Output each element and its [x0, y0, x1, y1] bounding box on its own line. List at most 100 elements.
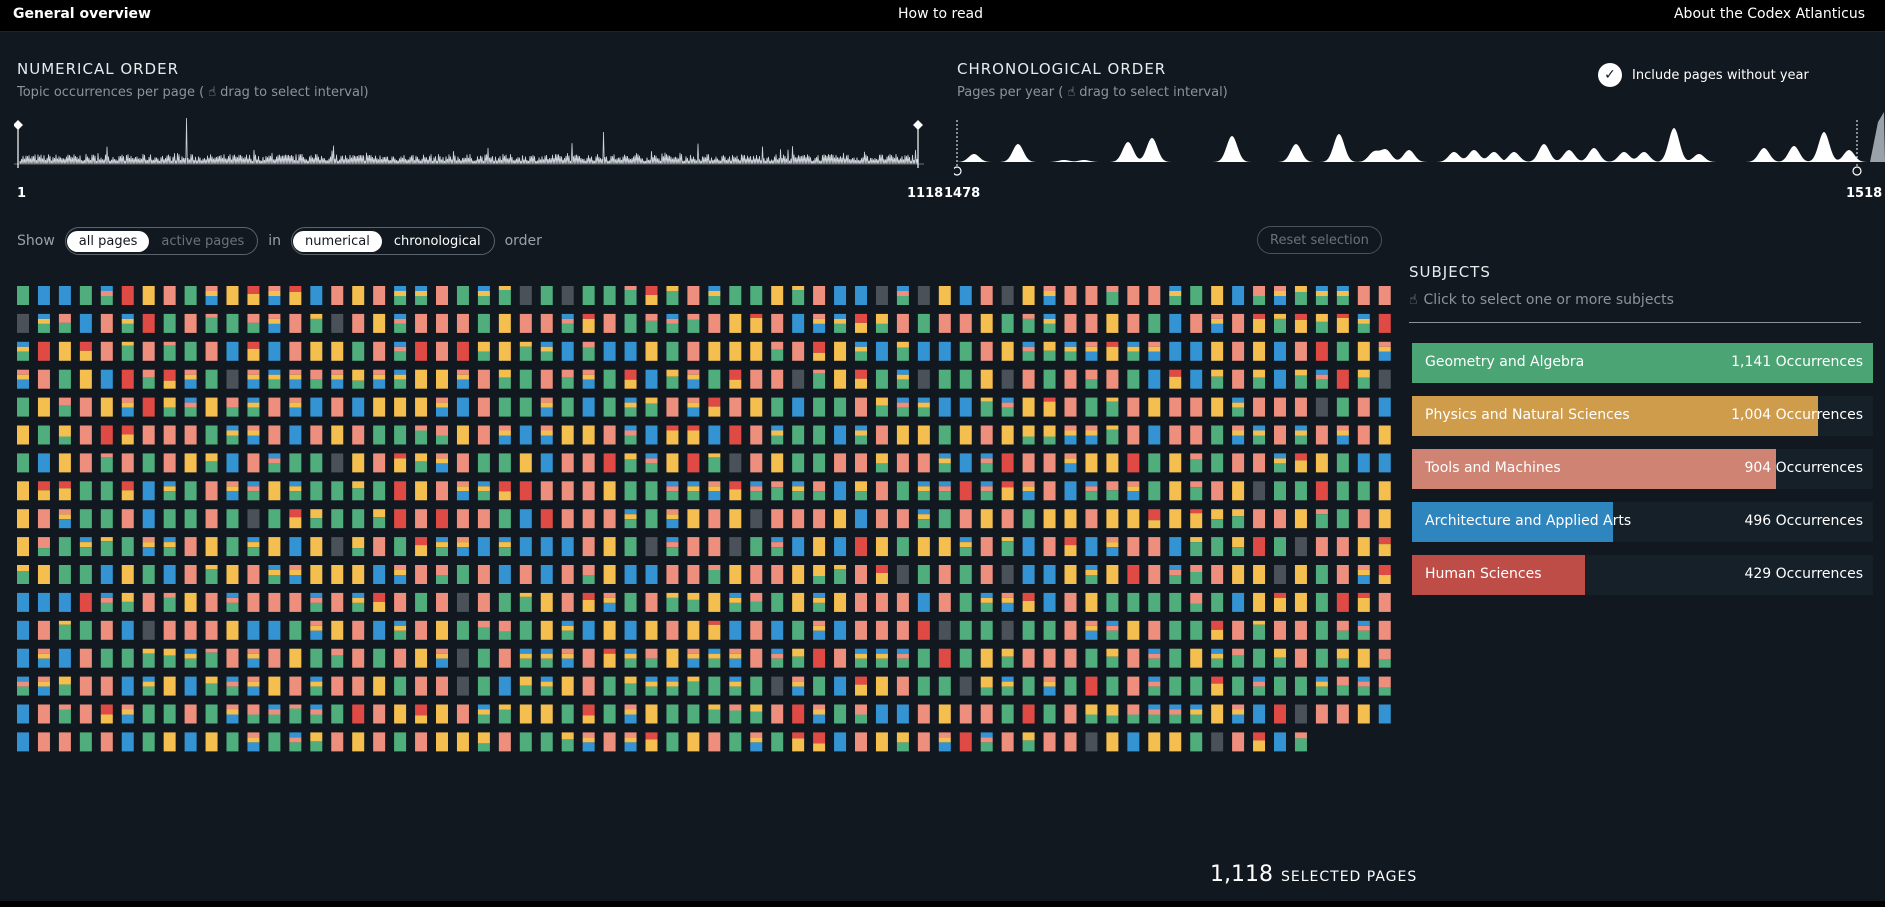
page-cell[interactable] — [708, 620, 721, 640]
page-cell[interactable] — [1148, 369, 1161, 389]
page-cell[interactable] — [142, 341, 155, 361]
page-cell[interactable] — [561, 565, 574, 584]
page-cell[interactable] — [121, 481, 134, 501]
page-cell[interactable] — [1064, 732, 1077, 752]
page-cell[interactable] — [1148, 592, 1161, 612]
page-cell[interactable] — [331, 732, 344, 752]
page-cell[interactable] — [582, 341, 595, 361]
page-cell[interactable] — [540, 565, 553, 584]
page-cell[interactable] — [1169, 592, 1182, 612]
page-cell[interactable] — [1043, 397, 1056, 417]
page-cell[interactable] — [1022, 537, 1035, 557]
page-cell[interactable] — [624, 369, 637, 389]
page-cell[interactable] — [813, 453, 826, 473]
page-cell[interactable] — [226, 592, 239, 612]
page-cell[interactable] — [938, 425, 951, 445]
page-cell[interactable] — [1378, 313, 1391, 333]
page-cell[interactable] — [875, 481, 888, 501]
page-cell[interactable] — [373, 425, 386, 445]
page-cell[interactable] — [373, 592, 386, 612]
page-cell[interactable] — [1357, 592, 1370, 612]
page-cell[interactable] — [896, 537, 909, 557]
page-cell[interactable] — [415, 509, 428, 529]
page-cell[interactable] — [980, 481, 993, 501]
page-cell[interactable] — [1315, 648, 1328, 668]
page-cell[interactable] — [268, 481, 281, 501]
page-cell[interactable] — [603, 453, 616, 473]
page-cell[interactable] — [938, 481, 951, 501]
page-cell[interactable] — [582, 537, 595, 557]
page-cell[interactable] — [834, 537, 847, 557]
page-cell[interactable] — [58, 732, 71, 752]
page-cell[interactable] — [184, 592, 197, 612]
page-cell[interactable] — [1274, 537, 1286, 557]
page-cell[interactable] — [603, 565, 616, 584]
page-cell[interactable] — [17, 453, 29, 473]
page-cell[interactable] — [813, 369, 826, 389]
page-cell[interactable] — [100, 509, 113, 529]
page-cell[interactable] — [373, 648, 386, 668]
page-cell[interactable] — [352, 397, 365, 417]
page-cell[interactable] — [17, 592, 29, 612]
page-cell[interactable] — [247, 592, 260, 612]
page-cell[interactable] — [1127, 704, 1140, 724]
page-cell[interactable] — [415, 481, 428, 501]
page-cell[interactable] — [1127, 592, 1140, 612]
page-cell[interactable] — [938, 565, 951, 584]
page-cell[interactable] — [980, 425, 993, 445]
page-cell[interactable] — [540, 509, 553, 529]
page-cell[interactable] — [121, 565, 134, 584]
page-cell[interactable] — [1169, 481, 1182, 501]
page-cell[interactable] — [1148, 453, 1161, 473]
page-cell[interactable] — [1169, 369, 1182, 389]
page-cell[interactable] — [79, 286, 92, 305]
page-cell[interactable] — [58, 704, 71, 724]
page-cell[interactable] — [373, 704, 386, 724]
page-cell[interactable] — [310, 369, 323, 389]
page-cell[interactable] — [1085, 592, 1098, 612]
page-cell[interactable] — [813, 592, 826, 612]
page-cell[interactable] — [1274, 481, 1286, 501]
page-cell[interactable] — [1190, 369, 1203, 389]
page-cell[interactable] — [750, 704, 763, 724]
page-cell[interactable] — [1064, 537, 1077, 557]
page-cell[interactable] — [792, 425, 805, 445]
page-cell[interactable] — [1085, 341, 1098, 361]
page-cell[interactable] — [373, 481, 386, 501]
page-cell[interactable] — [226, 313, 239, 333]
page-cell[interactable] — [456, 509, 469, 529]
page-cell[interactable] — [1315, 286, 1328, 305]
page-cell[interactable] — [980, 676, 993, 696]
page-cell[interactable] — [875, 286, 888, 305]
page-cell[interactable] — [582, 676, 595, 696]
page-cell[interactable] — [37, 341, 50, 361]
page-cell[interactable] — [247, 509, 260, 529]
page-cell[interactable] — [666, 509, 679, 529]
page-cell[interactable] — [289, 453, 302, 473]
page-cell[interactable] — [1169, 425, 1182, 445]
page-cell[interactable] — [896, 704, 909, 724]
page-cell[interactable] — [1001, 286, 1014, 305]
page-cell[interactable] — [980, 397, 993, 417]
page-cell[interactable] — [792, 732, 805, 752]
page-cell[interactable] — [184, 453, 197, 473]
page-cell[interactable] — [624, 620, 637, 640]
page-cell[interactable] — [100, 369, 113, 389]
page-cell[interactable] — [1315, 313, 1328, 333]
page-cell[interactable] — [100, 397, 113, 417]
page-cell[interactable] — [1378, 286, 1391, 305]
page-cell[interactable] — [1043, 313, 1056, 333]
page-cell[interactable] — [142, 592, 155, 612]
page-cell[interactable] — [1169, 648, 1182, 668]
page-cell[interactable] — [247, 648, 260, 668]
page-cell[interactable] — [142, 676, 155, 696]
page-cell[interactable] — [456, 369, 469, 389]
page-cell[interactable] — [875, 676, 888, 696]
page-cell[interactable] — [1022, 565, 1035, 584]
page-cell[interactable] — [855, 453, 867, 473]
page-cell[interactable] — [1274, 620, 1286, 640]
page-cell[interactable] — [1148, 565, 1161, 584]
page-cell[interactable] — [394, 341, 407, 361]
page-cell[interactable] — [17, 313, 29, 333]
page-cell[interactable] — [582, 732, 595, 752]
